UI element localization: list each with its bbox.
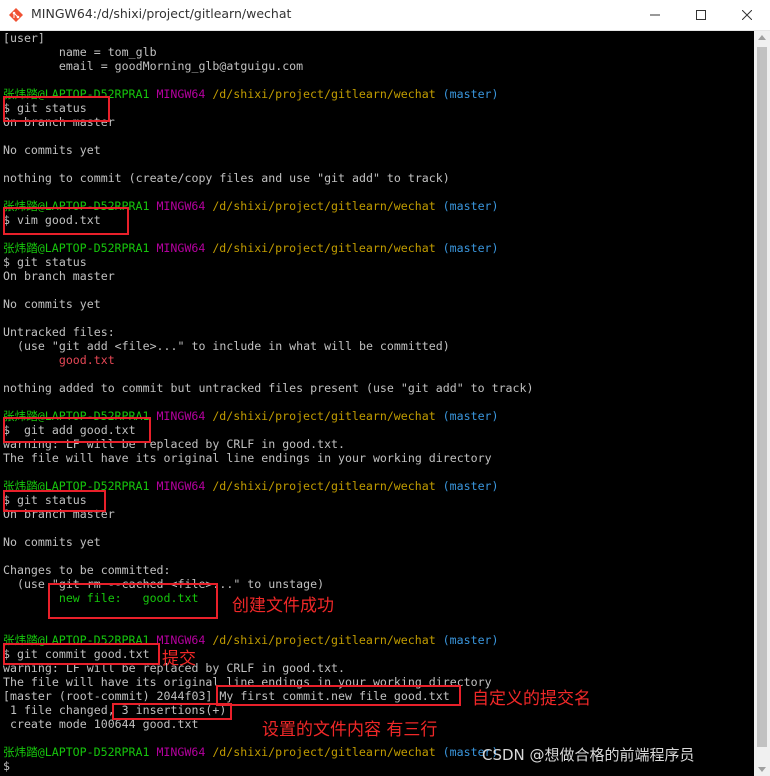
output-line: No commits yet [3,535,101,549]
git-bash-icon [8,7,24,23]
config-header: [user] [3,31,45,45]
final-prompt: $ [3,759,10,773]
annotation-create-success: 创建文件成功 [232,596,334,616]
vertical-scrollbar[interactable] [754,31,770,776]
output-line: nothing to commit (create/copy files and… [3,171,450,185]
minimize-button[interactable] [632,0,678,30]
prompt-line: 张炜踏@LAPTOP-D52RPRA1 MINGW64 /d/shixi/pro… [3,241,499,255]
output-line: No commits yet [3,143,101,157]
highlight-git-status-2 [3,490,106,512]
output-line: On branch master [3,269,115,283]
output-line: No commits yet [3,297,101,311]
maximize-icon [696,10,706,20]
annotation-custom-commit-name: 自定义的提交名 [472,689,591,709]
output-line: nothing added to commit but untracked fi… [3,381,534,395]
highlight-git-status-1 [3,96,110,122]
scroll-up-arrow-icon[interactable] [758,35,766,40]
highlight-vim-good-txt [3,207,129,235]
command-line: $ git status [3,255,87,269]
output-line: The file will have its original line end… [3,451,492,465]
output-line: (use "git add <file>..." to include in w… [3,339,450,353]
highlight-git-commit [3,643,160,665]
highlight-commit-message [216,685,461,706]
title-bar[interactable]: MINGW64:/d/shixi/project/gitlearn/wechat [0,0,770,31]
close-icon [742,10,752,20]
prompt-line: 张炜踏@LAPTOP-D52RPRA1 MINGW64 /d/shixi/pro… [3,745,499,759]
window-title: MINGW64:/d/shixi/project/gitlearn/wechat [31,6,292,21]
annotation-file-content-lines: 设置的文件内容 有三行 [262,720,438,740]
minimize-icon [650,14,660,16]
config-name: name = tom_glb [3,45,157,59]
annotation-commit: 提交 [162,649,196,669]
highlight-insertions [112,703,232,720]
scrollbar-thumb[interactable] [757,47,767,747]
highlight-git-add [3,417,151,443]
scroll-down-arrow-icon[interactable] [758,767,766,772]
csdn-watermark: CSDN @想做合格的前端程序员 [482,746,695,764]
highlight-new-file [48,583,218,619]
output-line: Untracked files: [3,325,115,339]
maximize-button[interactable] [678,0,724,30]
output-line: Changes to be committed: [3,563,171,577]
close-button[interactable] [724,0,770,30]
config-email: email = goodMorning_glb@atguigu.com [3,59,304,73]
terminal-window: MINGW64:/d/shixi/project/gitlearn/wechat… [0,0,770,776]
untracked-file: good.txt [3,353,115,367]
